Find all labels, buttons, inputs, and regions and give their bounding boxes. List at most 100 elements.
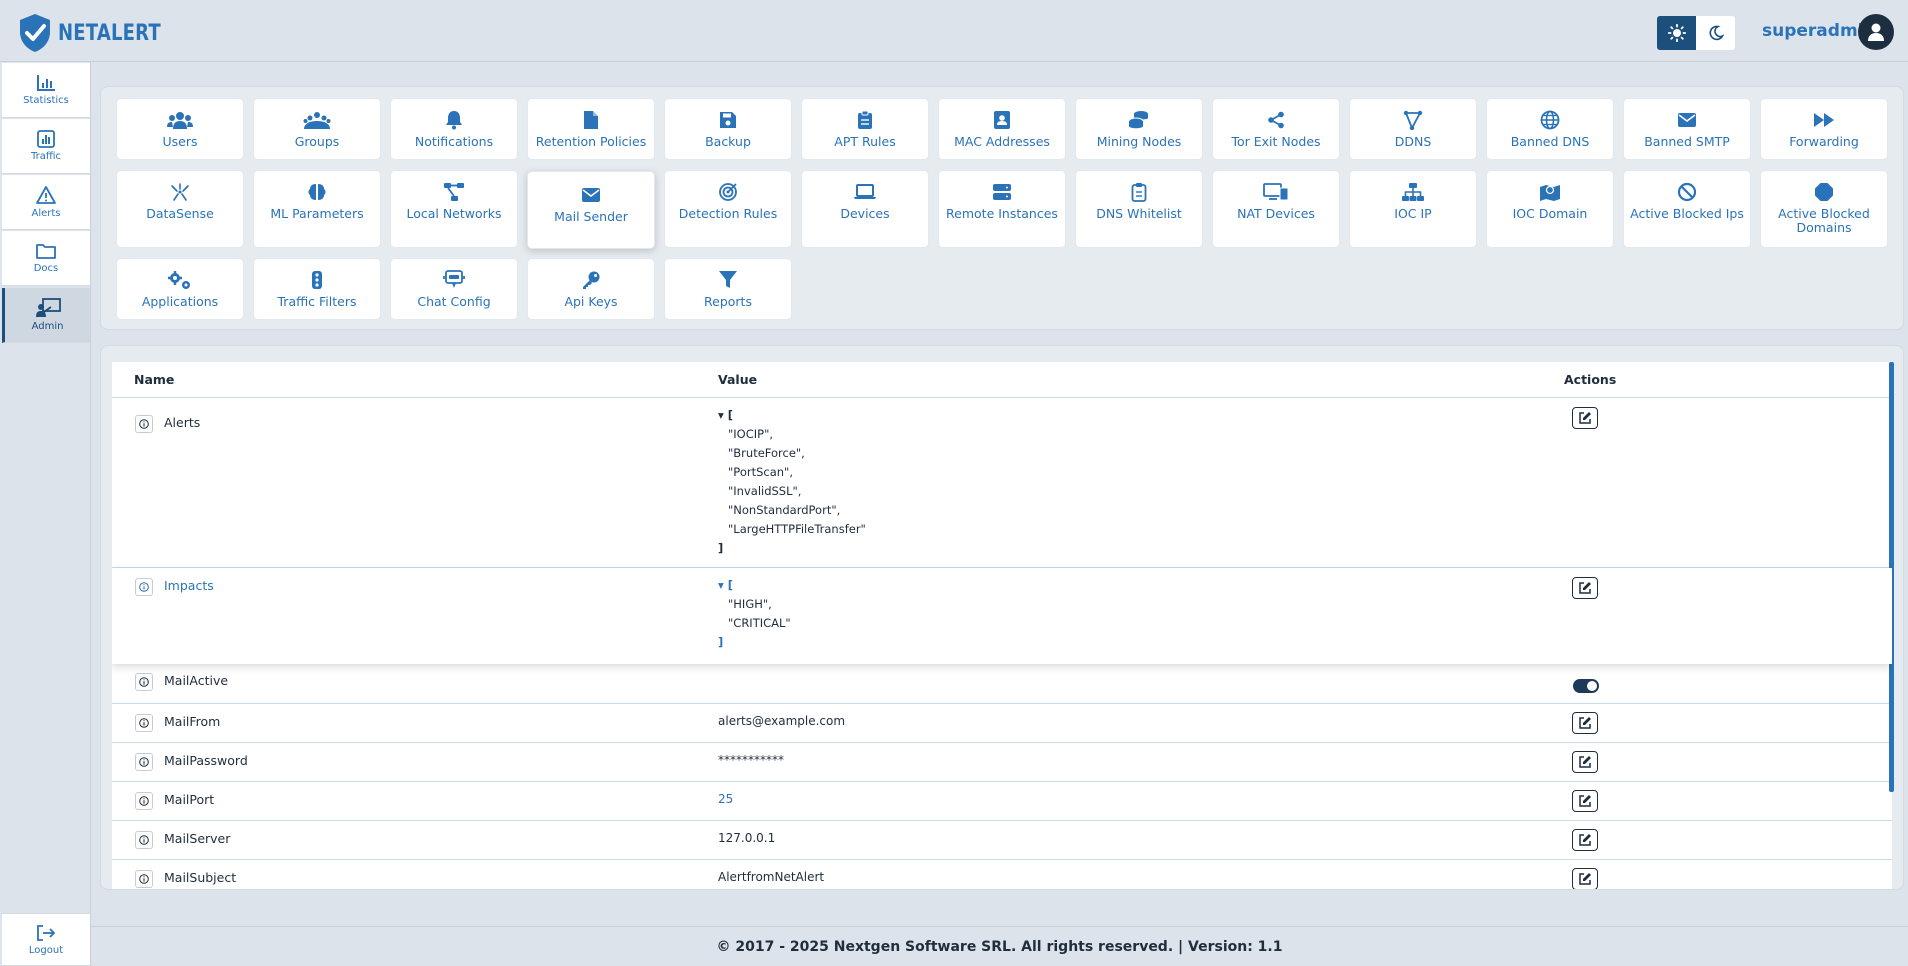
menu-ml-parameters[interactable]: ML Parameters [253,170,381,248]
menu-ioc-domain[interactable]: IOC Domain [1486,170,1614,248]
footer: © 2017 - 2025 Nextgen Software SRL. All … [91,926,1908,966]
sidebar-item-label: Docs [33,263,59,274]
menu-users[interactable]: Users [116,98,244,160]
menu-label: DDNS [1394,134,1432,149]
sidebar-item-statistics[interactable]: Statistics [2,63,90,118]
menu-label: Api Keys [564,294,618,309]
info-icon[interactable] [135,714,153,732]
traffic-light-icon [312,271,322,289]
devices-icon [1263,183,1289,201]
setting-value-list[interactable]: ▾ [ "HIGH", "CRITICAL" ] [718,576,791,652]
menu-chat-config[interactable]: Chat Config [390,258,518,320]
setting-value: alerts@example.com [718,714,846,728]
menu-mining-nodes[interactable]: Mining Nodes [1075,98,1203,160]
sidebar-item-docs[interactable]: Docs [2,231,90,286]
menu-remote-instances[interactable]: Remote Instances [938,170,1066,248]
gears-icon [168,271,190,289]
edit-button[interactable] [1572,868,1598,889]
table-row: MailActive [112,664,1892,703]
menu-banned-smtp[interactable]: Banned SMTP [1623,98,1751,160]
theme-switch[interactable] [1657,16,1735,50]
menu-nat-devices[interactable]: NAT Devices [1212,170,1340,248]
info-icon[interactable] [135,870,153,888]
edit-button[interactable] [1572,712,1598,734]
bezier-icon [1403,110,1423,130]
menu-label: Tor Exit Nodes [1231,134,1321,149]
logout-label: Logout [28,944,64,956]
sidebar-item-label: Traffic [30,151,62,162]
list-item: "HIGH", [728,597,772,611]
octagon-icon [1815,183,1833,201]
menu-ddns[interactable]: DDNS [1349,98,1477,160]
menu-applications[interactable]: Applications [116,258,244,320]
info-icon[interactable] [135,792,153,810]
menu-notifications[interactable]: Notifications [390,98,518,160]
edit-button[interactable] [1572,751,1598,773]
menu-tor-exit-nodes[interactable]: Tor Exit Nodes [1212,98,1340,160]
info-icon[interactable] [135,753,153,771]
light-theme-button[interactable] [1657,16,1696,50]
menu-retention-policies[interactable]: Retention Policies [527,98,655,160]
edit-icon [1579,756,1591,768]
setting-value-list[interactable]: ▾ [ "IOCIP", "BruteForce", "PortScan", "… [718,406,866,558]
edit-button[interactable] [1572,790,1598,812]
menu-api-keys[interactable]: Api Keys [527,258,655,320]
sidebar-item-label: Statistics [23,95,69,106]
bell-icon [446,111,462,130]
column-header-value: Value [718,372,758,387]
setting-value: *********** [718,753,784,767]
menu-active-blocked-domains[interactable]: Active Blocked Domains [1760,170,1888,248]
menu-ioc-ip[interactable]: IOC IP [1349,170,1477,248]
edit-icon [1579,717,1591,729]
menu-traffic-filters[interactable]: Traffic Filters [253,258,381,320]
menu-label: DataSense [146,206,214,221]
edit-button[interactable] [1572,577,1598,599]
target-icon [719,183,737,201]
sidebar-item-alerts[interactable]: Alerts [2,175,90,230]
menu-label: Banned DNS [1510,134,1590,149]
sitemap-icon [1402,183,1424,201]
logout-button[interactable]: Logout [2,913,90,966]
info-icon[interactable] [135,578,153,596]
list-open[interactable]: ▾ [ [718,576,791,595]
mail-active-toggle[interactable] [1573,679,1599,693]
menu-label: Applications [141,294,219,309]
menu-apt-rules[interactable]: APT Rules [801,98,929,160]
menu-mail-sender[interactable]: Mail Sender [527,171,655,249]
info-icon[interactable] [135,415,153,433]
menu-label: Detection Rules [678,206,778,221]
menu-groups[interactable]: Groups [253,98,381,160]
menu-devices[interactable]: Devices [801,170,929,248]
menu-reports[interactable]: Reports [664,258,792,320]
settings-table-panel: Name Value Actions Alerts ▾ [ "IOCIP", "… [100,345,1904,890]
menu-forwarding[interactable]: Forwarding [1760,98,1888,160]
menu-label: ML Parameters [270,206,364,221]
menu-backup[interactable]: Backup [664,98,792,160]
info-icon[interactable] [135,673,153,691]
table-row: Impacts ▾ [ "HIGH", "CRITICAL" ] [112,568,1892,664]
menu-datasense[interactable]: DataSense [116,170,244,248]
list-open[interactable]: ▾ [ [718,406,866,425]
menu-mac-addresses[interactable]: MAC Addresses [938,98,1066,160]
menu-label: Mail Sender [554,209,628,224]
app-logo[interactable]: NETALERT [18,13,183,53]
menu-dns-whitelist[interactable]: DNS Whitelist [1075,170,1203,248]
setting-name: Impacts [164,578,214,593]
menu-label: DNS Whitelist [1096,206,1182,221]
edit-button[interactable] [1572,407,1598,429]
edit-icon [1579,412,1591,424]
burst-icon [171,183,189,201]
dark-theme-button[interactable] [1696,16,1735,50]
menu-label: Backup [705,134,751,149]
user-avatar[interactable] [1858,14,1894,50]
sidebar-item-traffic[interactable]: Traffic [2,119,90,174]
globe-icon [1540,110,1560,130]
table-row: Alerts ▾ [ "IOCIP", "BruteForce", "PortS… [112,398,1892,567]
menu-banned-dns[interactable]: Banned DNS [1486,98,1614,160]
edit-button[interactable] [1572,829,1598,851]
sidebar-item-admin[interactable]: Admin [2,288,90,343]
menu-local-networks[interactable]: Local Networks [390,170,518,248]
info-icon[interactable] [135,831,153,849]
menu-active-blocked-ips[interactable]: Active Blocked Ips [1623,170,1751,248]
menu-detection-rules[interactable]: Detection Rules [664,170,792,248]
